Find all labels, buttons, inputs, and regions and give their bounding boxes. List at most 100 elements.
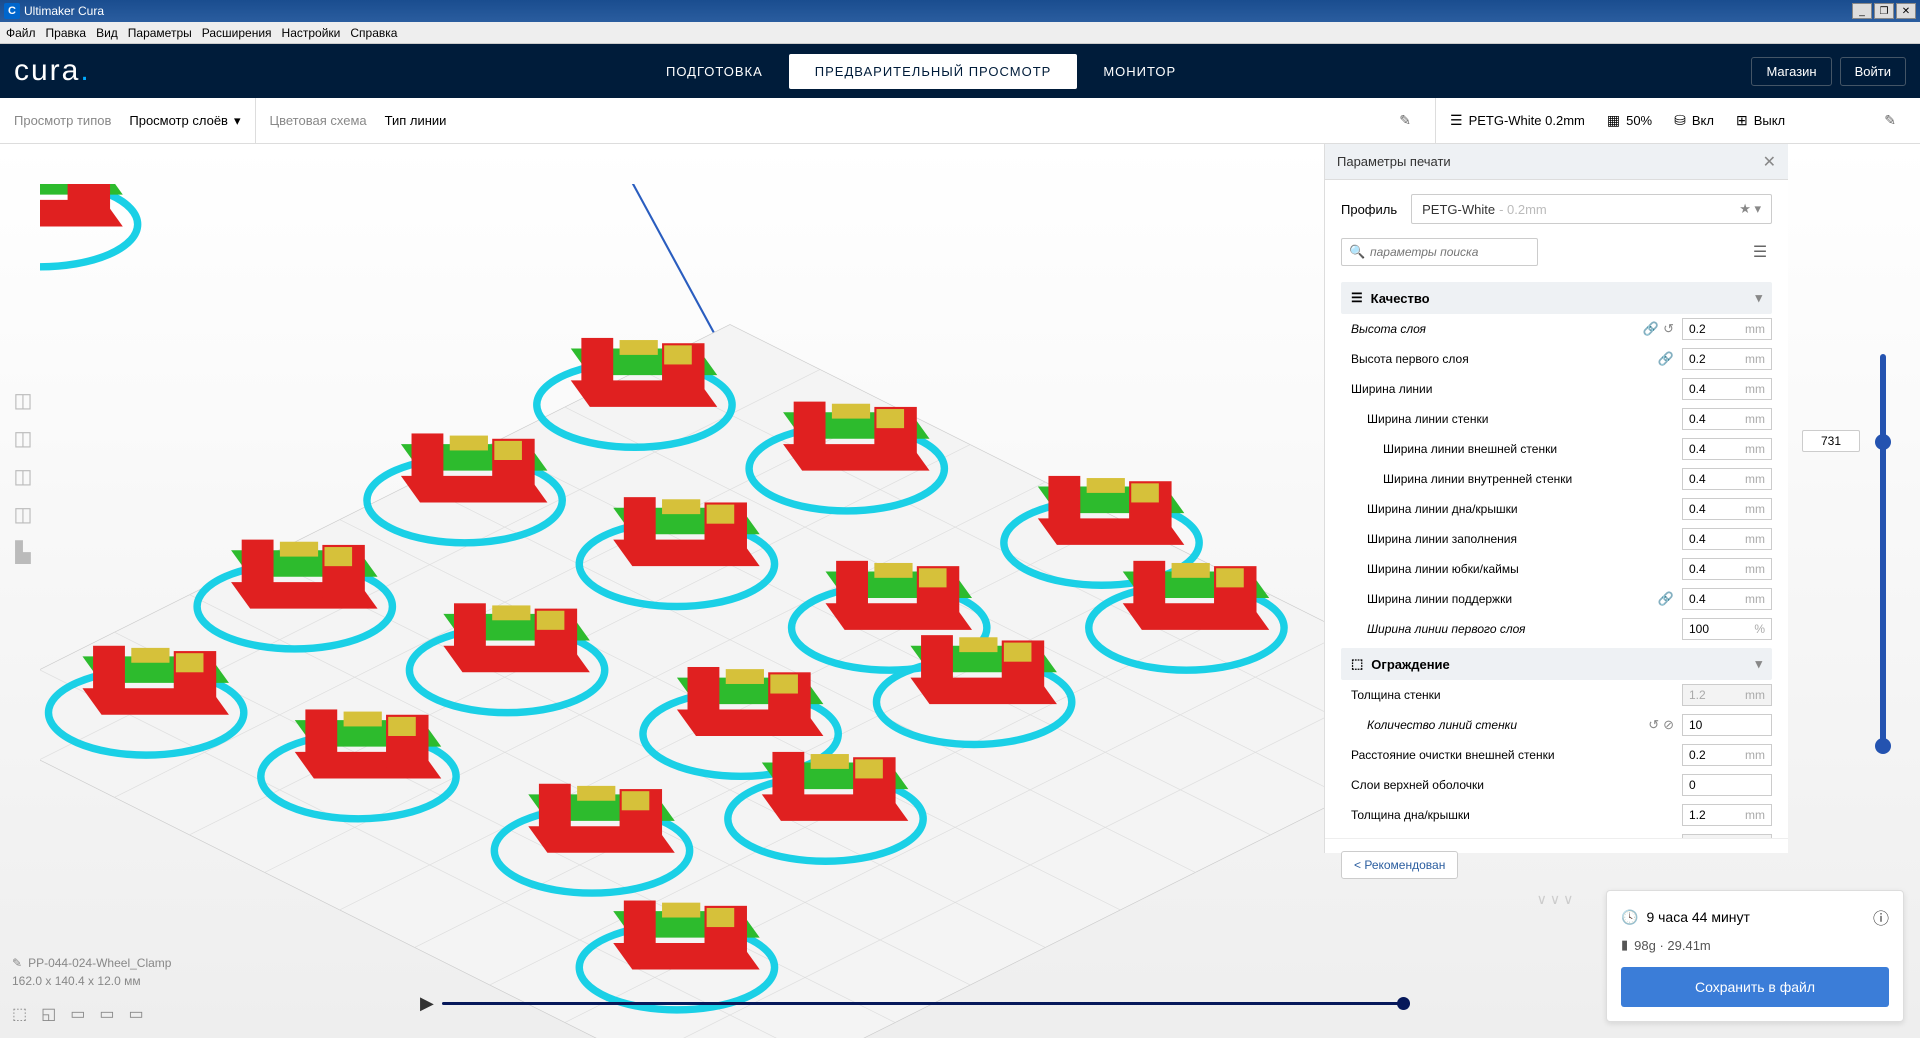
layer-height-input[interactable]: 0.2mm bbox=[1682, 318, 1772, 340]
panel-title: Параметры печати bbox=[1337, 154, 1451, 169]
simulation-timeline[interactable]: ▶ bbox=[420, 993, 1410, 1014]
view-top-icon[interactable]: ▭ bbox=[129, 1004, 144, 1024]
view-cube-icon[interactable]: ⬚ bbox=[12, 1004, 27, 1024]
initial-layer-height-input[interactable]: 0.2mm bbox=[1682, 348, 1772, 370]
view-iso-icon[interactable]: ◱ bbox=[41, 1004, 56, 1024]
wall-line-width-input[interactable]: 0.4mm bbox=[1682, 408, 1772, 430]
save-to-file-button[interactable]: Сохранить в файл bbox=[1621, 967, 1889, 1007]
link-icon[interactable]: 🔗 bbox=[1658, 591, 1674, 607]
infill-summary: ▦50% bbox=[1607, 112, 1652, 129]
main-viewport: ◫ ◫ ◫ ◫ ▙ ✎PP-044-024-Wheel_Clamp 162.0 … bbox=[0, 144, 1920, 1038]
top-bottom-thickness-input[interactable]: 1.2mm bbox=[1682, 804, 1772, 826]
category-quality[interactable]: ☰ Качество ▾ bbox=[1341, 282, 1772, 314]
action-card: 🕓 9 часа 44 минут ⓘ ▮ 98g · 29.41m Сохра… bbox=[1606, 890, 1904, 1022]
minimize-button[interactable]: _ bbox=[1852, 3, 1872, 19]
timeline-track[interactable] bbox=[442, 1002, 1410, 1005]
tab-monitor[interactable]: МОНИТОР bbox=[1077, 54, 1202, 89]
adhesion-summary: ⊞Выкл bbox=[1736, 112, 1785, 129]
wall-line-count-input[interactable]: 10 bbox=[1682, 714, 1772, 736]
view-types-label: Просмотр типов bbox=[14, 113, 111, 128]
material-usage: 98g · 29.41m bbox=[1634, 938, 1711, 953]
layer-slider-track[interactable] bbox=[1880, 354, 1886, 744]
view-icons: ⬚ ◱ ▭ ▭ ▭ bbox=[12, 1004, 144, 1024]
edit-settings-icon[interactable]: ✎ bbox=[1884, 112, 1906, 129]
walls-icon: ⬚ bbox=[1351, 656, 1363, 672]
left-toolbar: ◫ ◫ ◫ ◫ ▙ bbox=[6, 384, 40, 568]
model-dimensions: 162.0 x 140.4 x 12.0 мм bbox=[12, 974, 171, 988]
menu-settings[interactable]: Параметры bbox=[128, 26, 192, 40]
tool-model-1[interactable]: ◫ bbox=[6, 384, 40, 416]
support-summary: ⛁Вкл bbox=[1674, 112, 1714, 129]
reset-icon[interactable]: ↺ bbox=[1663, 321, 1674, 337]
timeline-handle[interactable] bbox=[1397, 997, 1410, 1010]
layer-slider-bottom-handle[interactable] bbox=[1875, 738, 1891, 754]
infill-line-width-input[interactable]: 0.4mm bbox=[1682, 528, 1772, 550]
tool-model-5[interactable]: ▙ bbox=[6, 536, 40, 568]
adhesion-icon: ⊞ bbox=[1736, 112, 1748, 129]
layer-slider-top-handle[interactable] bbox=[1875, 434, 1891, 450]
print-settings-panel: Параметры печати ✕ Профиль PETG-White - … bbox=[1324, 144, 1788, 853]
menu-preferences[interactable]: Настройки bbox=[282, 26, 341, 40]
view-side-icon[interactable]: ▭ bbox=[99, 1004, 114, 1024]
outer-wall-wipe-input[interactable]: 0.2mm bbox=[1682, 744, 1772, 766]
menu-edit[interactable]: Правка bbox=[46, 26, 87, 40]
skirt-line-width-input[interactable]: 0.4mm bbox=[1682, 558, 1772, 580]
clock-icon: 🕓 bbox=[1621, 909, 1638, 926]
search-icon: 🔍 bbox=[1349, 244, 1365, 260]
layers-icon: ☰ bbox=[1450, 112, 1463, 129]
tab-prepare[interactable]: ПОДГОТОВКА bbox=[640, 54, 789, 89]
signin-button[interactable]: Войти bbox=[1840, 57, 1906, 86]
layer-value-badge: 731 bbox=[1802, 430, 1860, 452]
view-front-icon[interactable]: ▭ bbox=[70, 1004, 85, 1024]
maximize-button[interactable]: ❐ bbox=[1874, 3, 1894, 19]
app-icon: C bbox=[4, 3, 20, 19]
color-scheme-dropdown[interactable]: Тип линии bbox=[385, 113, 447, 128]
panel-close-icon[interactable]: ✕ bbox=[1763, 152, 1776, 172]
profile-label: Профиль bbox=[1341, 202, 1397, 217]
tab-preview[interactable]: ПРЕДВАРИТЕЛЬНЫЙ ПРОСМОТР bbox=[789, 54, 1078, 89]
reset-icon[interactable]: ↺ bbox=[1648, 717, 1659, 733]
pencil-icon[interactable]: ✎ bbox=[12, 956, 22, 970]
profile-selector[interactable]: PETG-White - 0.2mm ★ ▾ bbox=[1411, 194, 1772, 224]
line-width-input[interactable]: 0.4mm bbox=[1682, 378, 1772, 400]
menu-file[interactable]: Файл bbox=[6, 26, 36, 40]
menu-help[interactable]: Справка bbox=[350, 26, 397, 40]
quality-icon: ☰ bbox=[1351, 290, 1363, 306]
outer-wall-line-width-input[interactable]: 0.4mm bbox=[1682, 438, 1772, 460]
profile-summary[interactable]: ☰PETG-White 0.2mm bbox=[1450, 112, 1585, 129]
toolbar: Просмотр типов Просмотр слоёв ▾ Цветовая… bbox=[0, 98, 1920, 144]
support-icon: ⛁ bbox=[1674, 112, 1686, 129]
inner-wall-line-width-input[interactable]: 0.4mm bbox=[1682, 468, 1772, 490]
print-time: 9 часа 44 минут bbox=[1646, 909, 1749, 925]
settings-search-input[interactable] bbox=[1341, 238, 1538, 266]
tool-model-2[interactable]: ◫ bbox=[6, 422, 40, 454]
top-thickness-input[interactable]: 1.2mm bbox=[1682, 834, 1772, 838]
marketplace-button[interactable]: Магазин bbox=[1751, 57, 1831, 86]
window-title-bar: C Ultimaker Cura _ ❐ ✕ bbox=[0, 0, 1920, 22]
tool-model-4[interactable]: ◫ bbox=[6, 498, 40, 530]
initial-line-width-input[interactable]: 100% bbox=[1682, 618, 1772, 640]
layer-slider[interactable]: 731 bbox=[1794, 334, 1904, 764]
app-header: cura. ПОДГОТОВКА ПРЕДВАРИТЕЛЬНЫЙ ПРОСМОТ… bbox=[0, 44, 1920, 98]
top-bottom-line-width-input[interactable]: 0.4mm bbox=[1682, 498, 1772, 520]
recommended-button[interactable]: < Рекомендован bbox=[1341, 851, 1458, 879]
wall-thickness-input[interactable]: 1.2mm bbox=[1682, 684, 1772, 706]
edit-icon[interactable]: ✎ bbox=[1399, 112, 1421, 129]
category-walls[interactable]: ⬚ Ограждение ▾ bbox=[1341, 648, 1772, 680]
menu-extensions[interactable]: Расширения bbox=[202, 26, 272, 40]
settings-list[interactable]: ☰ Качество ▾ Высота слоя🔗↺0.2mm Высота п… bbox=[1325, 278, 1788, 838]
view-type-dropdown[interactable]: Просмотр слоёв ▾ bbox=[129, 113, 240, 129]
menu-view[interactable]: Вид bbox=[96, 26, 118, 40]
support-line-width-input[interactable]: 0.4mm bbox=[1682, 588, 1772, 610]
link-icon[interactable]: 🔗 bbox=[1658, 351, 1674, 367]
info-icon[interactable]: ⓘ bbox=[1873, 905, 1889, 929]
close-window-button[interactable]: ✕ bbox=[1896, 3, 1916, 19]
menu-bar: Файл Правка Вид Параметры Расширения Нас… bbox=[0, 22, 1920, 44]
tool-model-3[interactable]: ◫ bbox=[6, 460, 40, 492]
settings-menu-icon[interactable]: ☰ bbox=[1748, 238, 1772, 266]
color-scheme-label: Цветовая схема bbox=[270, 113, 367, 128]
top-skin-layers-input[interactable]: 0 bbox=[1682, 774, 1772, 796]
fx-icon[interactable]: ⊘ bbox=[1663, 717, 1674, 733]
play-icon[interactable]: ▶ bbox=[420, 993, 434, 1014]
link-icon[interactable]: 🔗 bbox=[1643, 321, 1659, 337]
